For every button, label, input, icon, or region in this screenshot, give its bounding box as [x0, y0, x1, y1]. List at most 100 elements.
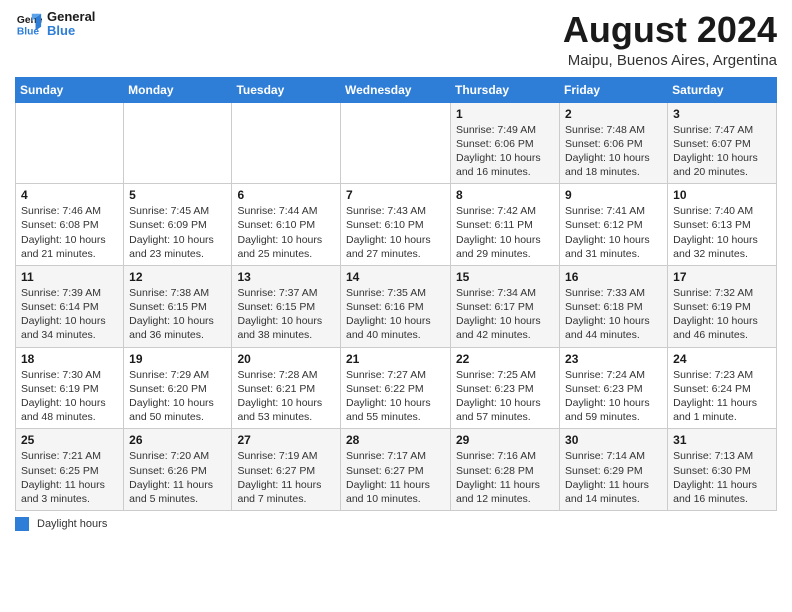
day-number: 17 — [673, 270, 771, 284]
day-number: 9 — [565, 188, 662, 202]
day-info: Sunrise: 7:34 AM Sunset: 6:17 PM Dayligh… — [456, 286, 554, 343]
day-info: Sunrise: 7:49 AM Sunset: 6:06 PM Dayligh… — [456, 123, 554, 180]
logo-line1: General — [47, 10, 95, 24]
day-info: Sunrise: 7:27 AM Sunset: 6:22 PM Dayligh… — [346, 368, 445, 425]
day-info: Sunrise: 7:48 AM Sunset: 6:06 PM Dayligh… — [565, 123, 662, 180]
day-info: Sunrise: 7:20 AM Sunset: 6:26 PM Dayligh… — [129, 449, 226, 506]
header-day-thursday: Thursday — [451, 77, 560, 102]
day-number: 29 — [456, 433, 554, 447]
header-day-tuesday: Tuesday — [232, 77, 341, 102]
day-info: Sunrise: 7:13 AM Sunset: 6:30 PM Dayligh… — [673, 449, 771, 506]
week-row-5: 25 Sunrise: 7:21 AM Sunset: 6:25 PM Dayli… — [16, 429, 777, 511]
day-info: Sunrise: 7:32 AM Sunset: 6:19 PM Dayligh… — [673, 286, 771, 343]
day-number: 19 — [129, 352, 226, 366]
legend-box — [15, 517, 29, 531]
day-info: Sunrise: 7:45 AM Sunset: 6:09 PM Dayligh… — [129, 204, 226, 261]
day-info: Sunrise: 7:30 AM Sunset: 6:19 PM Dayligh… — [21, 368, 118, 425]
calendar-cell: 12 Sunrise: 7:38 AM Sunset: 6:15 PM Dayli… — [124, 265, 232, 347]
calendar-cell: 3Sunrise: 7:47 AM Sunset: 6:07 PM Daylig… — [668, 102, 777, 184]
calendar-cell: 13 Sunrise: 7:37 AM Sunset: 6:15 PM Dayli… — [232, 265, 341, 347]
calendar-cell: 31 Sunrise: 7:13 AM Sunset: 6:30 PM Dayli… — [668, 429, 777, 511]
day-info: Sunrise: 7:37 AM Sunset: 6:15 PM Dayligh… — [237, 286, 335, 343]
calendar-cell — [124, 102, 232, 184]
day-info: Sunrise: 7:38 AM Sunset: 6:15 PM Dayligh… — [129, 286, 226, 343]
day-number: 28 — [346, 433, 445, 447]
header-day-monday: Monday — [124, 77, 232, 102]
calendar-cell: 7Sunrise: 7:43 AM Sunset: 6:10 PM Daylig… — [341, 184, 451, 266]
calendar-cell: 1 Sunrise: 7:49 AM Sunset: 6:06 PM Daylig… — [451, 102, 560, 184]
calendar-cell: 10Sunrise: 7:40 AM Sunset: 6:13 PM Dayli… — [668, 184, 777, 266]
header: General Blue General Blue August 2024 Ma… — [15, 10, 777, 69]
calendar-cell: 25 Sunrise: 7:21 AM Sunset: 6:25 PM Dayli… — [16, 429, 124, 511]
title-area: August 2024 Maipu, Buenos Aires, Argenti… — [563, 10, 777, 69]
calendar-cell: 18 Sunrise: 7:30 AM Sunset: 6:19 PM Dayli… — [16, 347, 124, 429]
calendar-cell: 24 Sunrise: 7:23 AM Sunset: 6:24 PM Dayli… — [668, 347, 777, 429]
legend-area: Daylight hours — [15, 517, 777, 531]
day-number: 20 — [237, 352, 335, 366]
day-info: Sunrise: 7:28 AM Sunset: 6:21 PM Dayligh… — [237, 368, 335, 425]
week-row-1: 1 Sunrise: 7:49 AM Sunset: 6:06 PM Daylig… — [16, 102, 777, 184]
day-number: 11 — [21, 270, 118, 284]
day-number: 21 — [346, 352, 445, 366]
day-info: Sunrise: 7:23 AM Sunset: 6:24 PM Dayligh… — [673, 368, 771, 425]
header-day-saturday: Saturday — [668, 77, 777, 102]
day-number: 26 — [129, 433, 226, 447]
calendar-body: 1 Sunrise: 7:49 AM Sunset: 6:06 PM Daylig… — [16, 102, 777, 510]
location-title: Maipu, Buenos Aires, Argentina — [563, 52, 777, 69]
day-number: 31 — [673, 433, 771, 447]
calendar-cell: 9 Sunrise: 7:41 AM Sunset: 6:12 PM Daylig… — [560, 184, 668, 266]
day-number: 24 — [673, 352, 771, 366]
header-day-friday: Friday — [560, 77, 668, 102]
day-info: Sunrise: 7:24 AM Sunset: 6:23 PM Dayligh… — [565, 368, 662, 425]
calendar-cell: 26 Sunrise: 7:20 AM Sunset: 6:26 PM Dayli… — [124, 429, 232, 511]
day-number: 22 — [456, 352, 554, 366]
day-info: Sunrise: 7:35 AM Sunset: 6:16 PM Dayligh… — [346, 286, 445, 343]
day-number: 1 — [456, 107, 554, 121]
day-info: Sunrise: 7:47 AM Sunset: 6:07 PM Dayligh… — [673, 123, 771, 180]
week-row-2: 4Sunrise: 7:46 AM Sunset: 6:08 PM Daylig… — [16, 184, 777, 266]
day-number: 12 — [129, 270, 226, 284]
calendar-cell: 16 Sunrise: 7:33 AM Sunset: 6:18 PM Dayli… — [560, 265, 668, 347]
header-row: SundayMondayTuesdayWednesdayThursdayFrid… — [16, 77, 777, 102]
day-info: Sunrise: 7:29 AM Sunset: 6:20 PM Dayligh… — [129, 368, 226, 425]
day-number: 16 — [565, 270, 662, 284]
calendar-cell: 29Sunrise: 7:16 AM Sunset: 6:28 PM Dayli… — [451, 429, 560, 511]
day-info: Sunrise: 7:17 AM Sunset: 6:27 PM Dayligh… — [346, 449, 445, 506]
day-info: Sunrise: 7:21 AM Sunset: 6:25 PM Dayligh… — [21, 449, 118, 506]
week-row-4: 18 Sunrise: 7:30 AM Sunset: 6:19 PM Dayli… — [16, 347, 777, 429]
day-info: Sunrise: 7:41 AM Sunset: 6:12 PM Dayligh… — [565, 204, 662, 261]
calendar-cell: 23Sunrise: 7:24 AM Sunset: 6:23 PM Dayli… — [560, 347, 668, 429]
day-number: 8 — [456, 188, 554, 202]
calendar-cell: 20 Sunrise: 7:28 AM Sunset: 6:21 PM Dayli… — [232, 347, 341, 429]
day-info: Sunrise: 7:33 AM Sunset: 6:18 PM Dayligh… — [565, 286, 662, 343]
header-day-wednesday: Wednesday — [341, 77, 451, 102]
day-number: 6 — [237, 188, 335, 202]
calendar-cell: 27Sunrise: 7:19 AM Sunset: 6:27 PM Dayli… — [232, 429, 341, 511]
calendar-cell: 28 Sunrise: 7:17 AM Sunset: 6:27 PM Dayli… — [341, 429, 451, 511]
day-number: 18 — [21, 352, 118, 366]
calendar-cell — [232, 102, 341, 184]
month-title: August 2024 — [563, 10, 777, 50]
day-info: Sunrise: 7:46 AM Sunset: 6:08 PM Dayligh… — [21, 204, 118, 261]
day-number: 30 — [565, 433, 662, 447]
header-day-sunday: Sunday — [16, 77, 124, 102]
day-info: Sunrise: 7:19 AM Sunset: 6:27 PM Dayligh… — [237, 449, 335, 506]
day-number: 13 — [237, 270, 335, 284]
calendar-cell: 4Sunrise: 7:46 AM Sunset: 6:08 PM Daylig… — [16, 184, 124, 266]
week-row-3: 11Sunrise: 7:39 AM Sunset: 6:14 PM Dayli… — [16, 265, 777, 347]
calendar-cell — [341, 102, 451, 184]
calendar-cell: 15Sunrise: 7:34 AM Sunset: 6:17 PM Dayli… — [451, 265, 560, 347]
day-info: Sunrise: 7:42 AM Sunset: 6:11 PM Dayligh… — [456, 204, 554, 261]
day-number: 2 — [565, 107, 662, 121]
calendar-cell: 2 Sunrise: 7:48 AM Sunset: 6:06 PM Daylig… — [560, 102, 668, 184]
calendar-cell: 11Sunrise: 7:39 AM Sunset: 6:14 PM Dayli… — [16, 265, 124, 347]
logo: General Blue General Blue — [15, 10, 95, 39]
calendar-table: SundayMondayTuesdayWednesdayThursdayFrid… — [15, 77, 777, 511]
day-number: 10 — [673, 188, 771, 202]
legend-label: Daylight hours — [37, 518, 107, 530]
day-number: 25 — [21, 433, 118, 447]
day-info: Sunrise: 7:43 AM Sunset: 6:10 PM Dayligh… — [346, 204, 445, 261]
day-info: Sunrise: 7:14 AM Sunset: 6:29 PM Dayligh… — [565, 449, 662, 506]
calendar-cell: 6Sunrise: 7:44 AM Sunset: 6:10 PM Daylig… — [232, 184, 341, 266]
logo-icon: General Blue — [15, 10, 43, 38]
